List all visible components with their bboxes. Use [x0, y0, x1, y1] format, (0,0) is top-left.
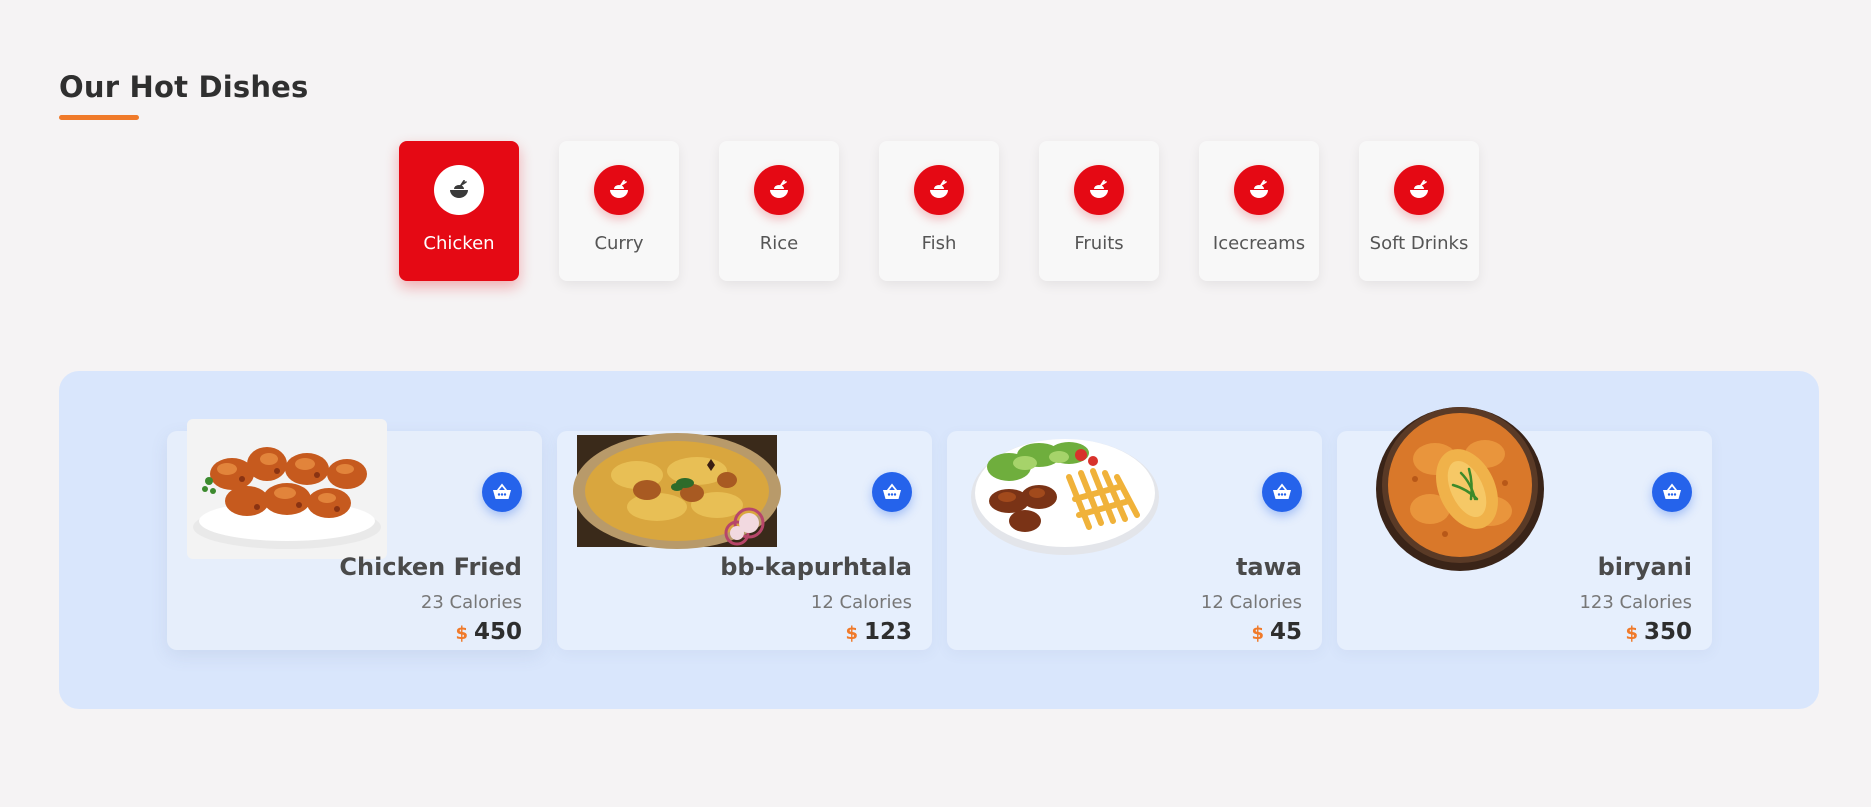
food-icon — [594, 165, 644, 215]
dish-name: Chicken Fried — [339, 553, 522, 581]
add-to-cart-button[interactable] — [1652, 472, 1692, 512]
dish-card[interactable]: biryani 123 Calories $350 — [1337, 407, 1712, 650]
section-title: Our Hot Dishes — [59, 70, 309, 104]
dish-panel: Chicken Fried 23 Calories $450 bb-kapurh… — [59, 371, 1819, 709]
add-to-cart-button[interactable] — [482, 472, 522, 512]
currency-symbol: $ — [455, 623, 468, 644]
category-label: Fruits — [1074, 233, 1124, 254]
category-label: Soft Drinks — [1369, 233, 1469, 254]
category-chicken[interactable]: Chicken — [399, 141, 519, 281]
food-icon — [914, 165, 964, 215]
price-value: 45 — [1269, 619, 1302, 645]
category-label: Curry — [594, 233, 644, 254]
category-label: Rice — [759, 233, 799, 254]
category-soft-drinks[interactable]: Soft Drinks — [1359, 141, 1479, 281]
category-label: Fish — [921, 233, 957, 254]
dish-image — [1376, 407, 1544, 571]
category-curry[interactable]: Curry — [559, 141, 679, 281]
add-to-cart-button[interactable] — [1262, 472, 1302, 512]
currency-symbol: $ — [1625, 623, 1638, 644]
food-icon — [754, 165, 804, 215]
basket-icon — [1663, 483, 1681, 499]
dish-card[interactable]: tawa 12 Calories $45 — [947, 431, 1322, 650]
title-underline — [59, 115, 139, 120]
category-label: Chicken — [423, 233, 495, 254]
food-icon — [434, 165, 484, 215]
price-value: 350 — [1643, 619, 1692, 645]
dish-calories: 23 Calories — [420, 592, 522, 613]
dish-calories: 12 Calories — [810, 592, 912, 613]
hot-dishes-page: Our Hot Dishes Chicken Curry Rice Fish F… — [0, 0, 1871, 807]
price-value: 450 — [473, 619, 522, 645]
category-fish[interactable]: Fish — [879, 141, 999, 281]
basket-icon — [883, 483, 901, 499]
dish-price: $45 — [1251, 619, 1302, 645]
category-menu: Chicken Curry Rice Fish Fruits Icecreams… — [399, 141, 1479, 281]
price-value: 123 — [863, 619, 912, 645]
dish-name: tawa — [1235, 553, 1302, 581]
dish-price: $350 — [1625, 619, 1692, 645]
basket-icon — [493, 483, 511, 499]
dish-calories: 12 Calories — [1200, 592, 1302, 613]
category-fruits[interactable]: Fruits — [1039, 141, 1159, 281]
dish-list: Chicken Fried 23 Calories $450 bb-kapurh… — [167, 407, 1712, 650]
food-icon — [1234, 165, 1284, 215]
dish-image — [573, 433, 781, 549]
dish-name: biryani — [1597, 553, 1692, 581]
dish-image — [971, 439, 1159, 555]
category-rice[interactable]: Rice — [719, 141, 839, 281]
category-icecreams[interactable]: Icecreams — [1199, 141, 1319, 281]
food-icon — [1074, 165, 1124, 215]
currency-symbol: $ — [1251, 623, 1264, 644]
dish-calories: 123 Calories — [1579, 592, 1692, 613]
category-label: Icecreams — [1212, 233, 1306, 254]
dish-card[interactable]: bb-kapurhtala 12 Calories $123 — [557, 431, 932, 650]
dish-price: $123 — [845, 619, 912, 645]
currency-symbol: $ — [845, 623, 858, 644]
dish-price: $450 — [455, 619, 522, 645]
dish-image — [187, 419, 387, 559]
dish-name: bb-kapurhtala — [720, 553, 912, 581]
add-to-cart-button[interactable] — [872, 472, 912, 512]
basket-icon — [1273, 483, 1291, 499]
dish-card[interactable]: Chicken Fried 23 Calories $450 — [167, 419, 542, 650]
food-icon — [1394, 165, 1444, 215]
